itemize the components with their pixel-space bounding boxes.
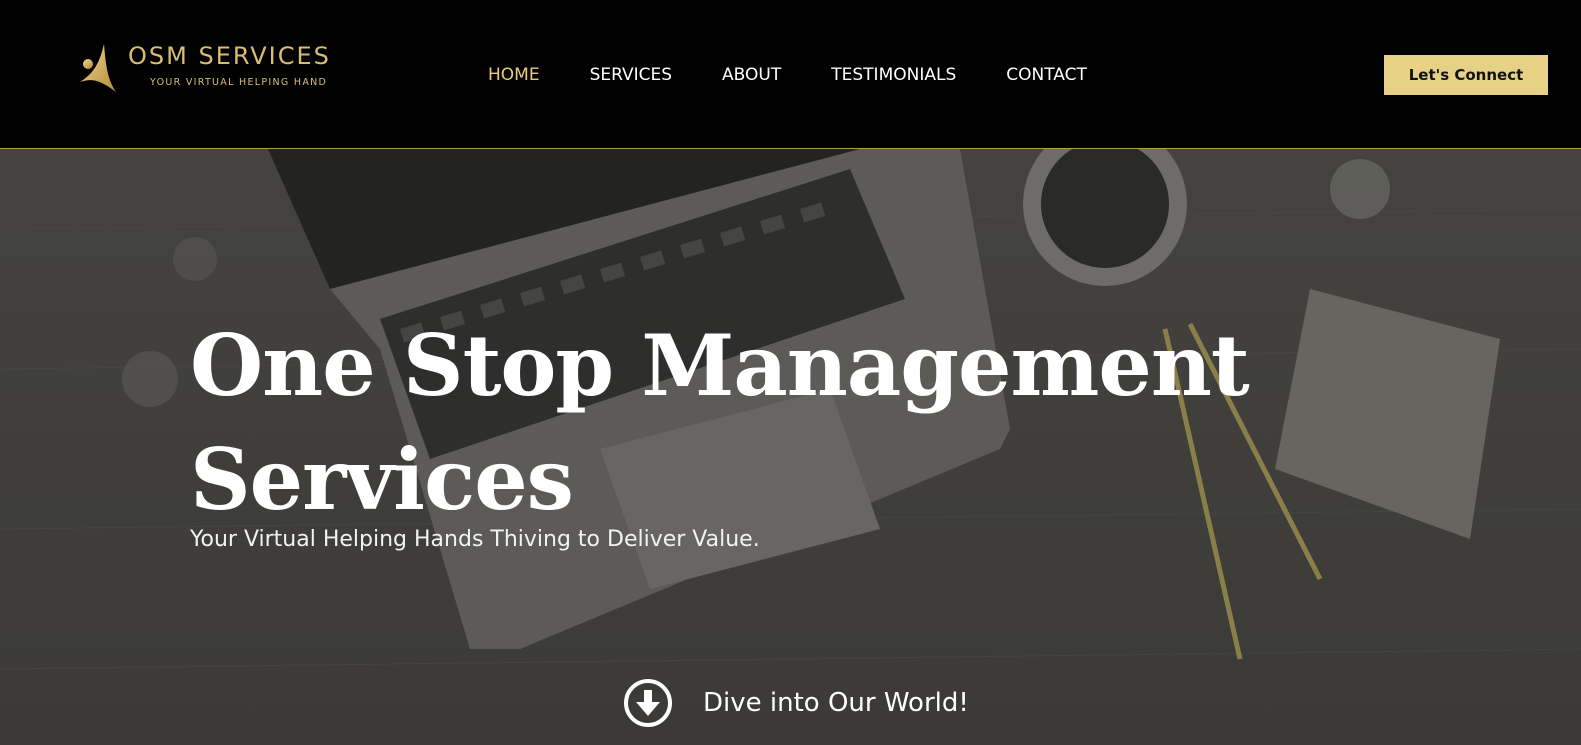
nav-testimonials[interactable]: TESTIMONIALS — [831, 64, 956, 86]
dive-in-link[interactable]: Dive into Our World! — [623, 677, 969, 729]
brand-name: OSM SERVICES — [128, 42, 331, 70]
hero-section: One Stop Management Services Your Virtua… — [0, 149, 1581, 745]
brand-tagline: YOUR VIRTUAL HELPING HAND — [150, 77, 328, 88]
nav-contact[interactable]: CONTACT — [1006, 64, 1087, 86]
arrow-down-circle-icon — [624, 679, 672, 727]
main-nav: HOME SERVICES ABOUT TESTIMONIALS CONTACT — [488, 64, 1137, 86]
hero-subtitle: Your Virtual Helping Hands Thiving to De… — [190, 527, 760, 552]
brand-logo[interactable]: OSM SERVICES YOUR VIRTUAL HELPING HAND — [76, 38, 366, 98]
site-header: OSM SERVICES YOUR VIRTUAL HELPING HAND H… — [0, 0, 1581, 149]
nav-about[interactable]: ABOUT — [722, 64, 781, 86]
nav-services[interactable]: SERVICES — [590, 64, 672, 86]
person-figure-icon — [80, 44, 116, 92]
nav-home[interactable]: HOME — [488, 64, 540, 86]
hero-title: One Stop Management Services — [190, 316, 1250, 529]
dive-in-label: Dive into Our World! — [703, 688, 969, 718]
lets-connect-button[interactable]: Let's Connect — [1384, 55, 1548, 95]
